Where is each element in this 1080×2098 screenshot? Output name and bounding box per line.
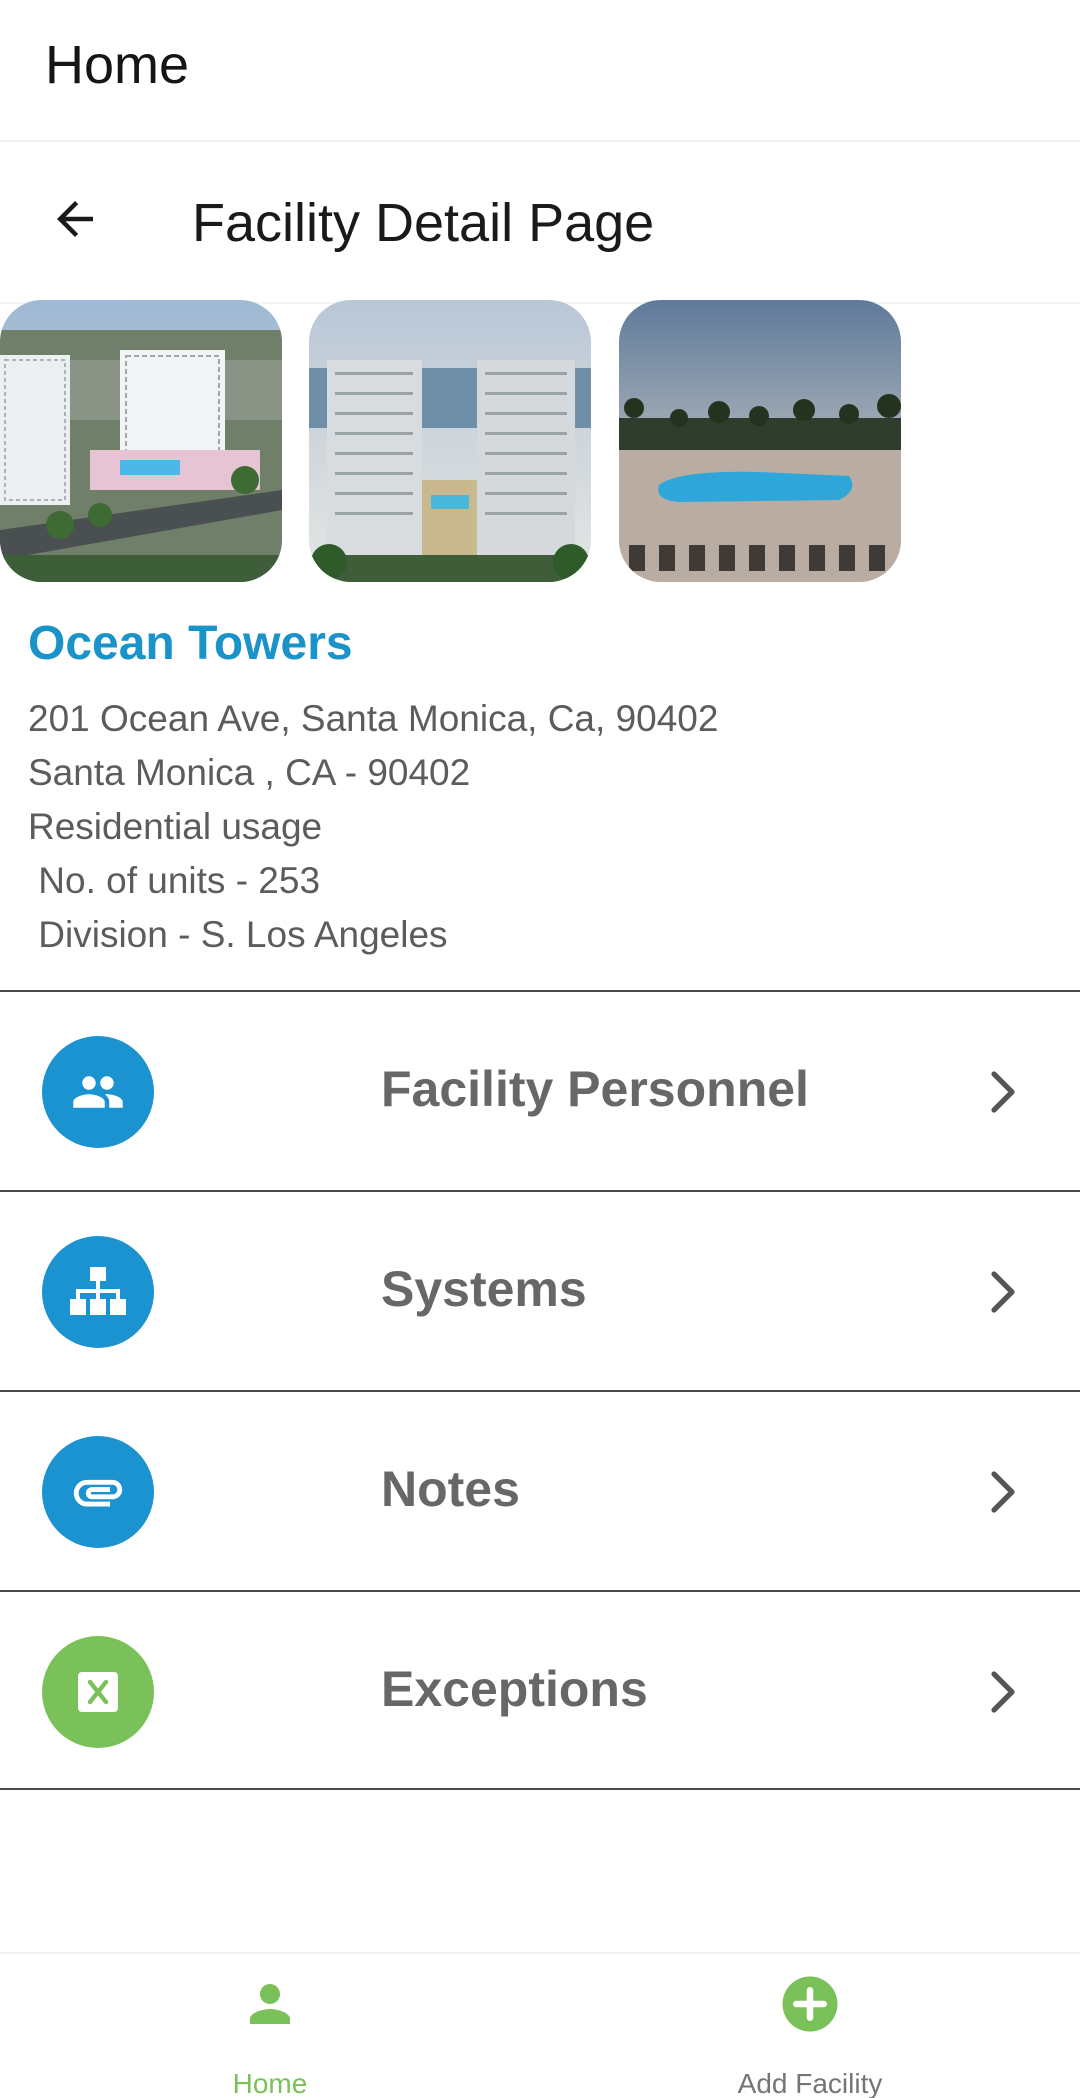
pool-sunset-photo[interactable] [619, 300, 901, 582]
person-icon [250, 1984, 290, 2024]
page-header: Facility Detail Page [0, 144, 1080, 304]
menu-item-label: Facility Personnel [381, 1061, 809, 1117]
menu-item-label: Notes [381, 1461, 520, 1517]
page-title: Facility Detail Page [192, 193, 655, 253]
menu-item-systems[interactable]: Systems [0, 1190, 1080, 1390]
menu-item-exceptions[interactable]: Exceptions [0, 1590, 1080, 1790]
bottom-navigation: Home Add Facility [0, 1952, 1080, 2098]
facility-address: 201 Ocean Ave, Santa Monica, Ca, 90402 [28, 698, 719, 739]
nav-add-facility[interactable]: Add Facility [540, 1954, 1080, 2098]
towers-ocean-view-photo[interactable] [309, 300, 591, 582]
paperclip-icon [42, 1436, 154, 1548]
back-button[interactable] [40, 184, 110, 254]
nav-label-add-facility: Add Facility [737, 2068, 883, 2098]
facility-usage: Residential usage [28, 806, 323, 847]
facility-city-line: Santa Monica , CA - 90402 [28, 752, 471, 793]
image-gallery[interactable] [0, 300, 1080, 584]
org-chart-icon [42, 1236, 154, 1348]
aerial-towers-photo[interactable] [0, 300, 282, 582]
arrow-left-icon [57, 201, 93, 237]
chevron-right-icon [985, 1464, 1021, 1520]
chevron-right-icon [985, 1064, 1021, 1120]
people-icon [42, 1036, 154, 1148]
facility-name: Ocean Towers [28, 617, 353, 670]
app-bar: Home [0, 0, 1080, 142]
menu-item-facility-personnel[interactable]: Facility Personnel [0, 990, 1080, 1190]
chevron-right-icon [985, 1664, 1021, 1720]
excel-icon [42, 1636, 154, 1748]
facility-menu: Facility Personnel Systems Notes Excepti… [0, 990, 1080, 1790]
app-title: Home [45, 35, 190, 95]
menu-item-label: Systems [381, 1261, 587, 1317]
nav-label-home: Home [232, 2068, 308, 2098]
menu-item-label: Exceptions [381, 1661, 648, 1717]
nav-home[interactable]: Home [0, 1954, 540, 2098]
chevron-right-icon [985, 1264, 1021, 1320]
facility-division: Division - S. Los Angeles [28, 914, 448, 955]
add-circle-icon [782, 1976, 838, 2032]
menu-item-notes[interactable]: Notes [0, 1390, 1080, 1590]
facility-units: No. of units - 253 [28, 860, 321, 901]
